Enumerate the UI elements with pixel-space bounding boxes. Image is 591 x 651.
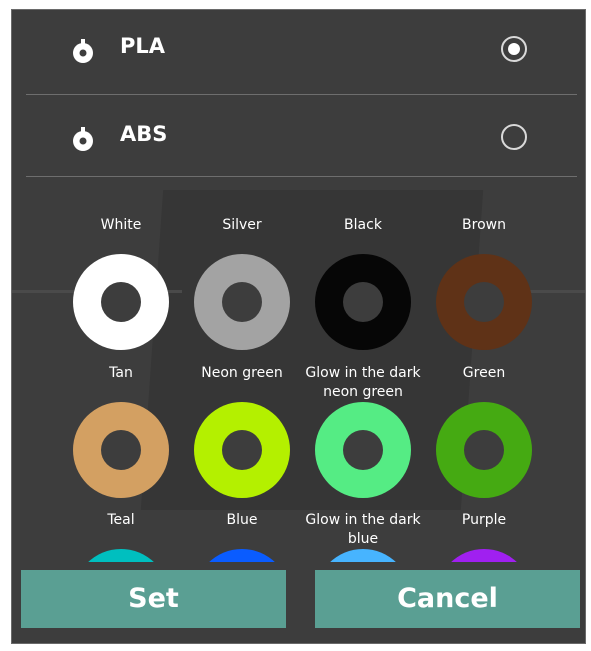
material-label: ABS	[120, 122, 168, 146]
swatch-label: Neon green	[201, 365, 283, 381]
color-donut[interactable]	[194, 254, 290, 350]
divider	[26, 94, 577, 95]
material-label: PLA	[120, 34, 166, 58]
color-swatch-white[interactable]: White	[69, 216, 173, 350]
color-swatch-black[interactable]: Black	[311, 216, 415, 350]
color-donut[interactable]	[73, 402, 169, 498]
spool-icon	[73, 127, 93, 151]
color-swatch-glow-neon-green[interactable]: Glow in the dark neon green	[304, 364, 422, 498]
swatch-label: Tan	[109, 365, 133, 381]
material-radio-selected[interactable]	[501, 36, 527, 62]
color-swatch-silver[interactable]: Silver	[190, 216, 294, 350]
swatch-label: Blue	[226, 512, 258, 528]
filament-picker-panel: PLA ABS White Silver Black Brown Tan Neo…	[11, 9, 586, 644]
swatch-label: Glow in the dark neon green	[305, 365, 421, 400]
color-swatch-tan[interactable]: Tan	[69, 364, 173, 498]
set-button[interactable]: Set	[21, 570, 286, 628]
color-swatch-green[interactable]: Green	[432, 364, 536, 498]
color-donut[interactable]	[315, 254, 411, 350]
material-radio[interactable]	[501, 124, 527, 150]
material-option-pla[interactable]: PLA	[12, 10, 585, 92]
color-donut[interactable]	[436, 402, 532, 498]
color-swatch-neon-green[interactable]: Neon green	[190, 364, 294, 498]
color-donut[interactable]	[315, 402, 411, 498]
swatch-label: Teal	[107, 512, 135, 528]
cancel-button[interactable]: Cancel	[315, 570, 580, 628]
color-donut[interactable]	[194, 402, 290, 498]
divider	[26, 176, 577, 177]
swatch-label: Brown	[462, 217, 506, 233]
swatch-label: Purple	[461, 512, 507, 528]
color-donut[interactable]	[436, 254, 532, 350]
swatch-label: Silver	[222, 217, 262, 233]
color-swatch-brown[interactable]: Brown	[432, 216, 536, 350]
color-donut[interactable]	[73, 254, 169, 350]
swatch-label: White	[100, 217, 142, 233]
swatch-label: Glow in the dark blue	[305, 512, 421, 547]
swatch-label: Green	[462, 365, 506, 381]
spool-icon	[73, 39, 93, 63]
material-option-abs[interactable]: ABS	[12, 98, 585, 180]
swatch-label: Black	[344, 217, 382, 233]
